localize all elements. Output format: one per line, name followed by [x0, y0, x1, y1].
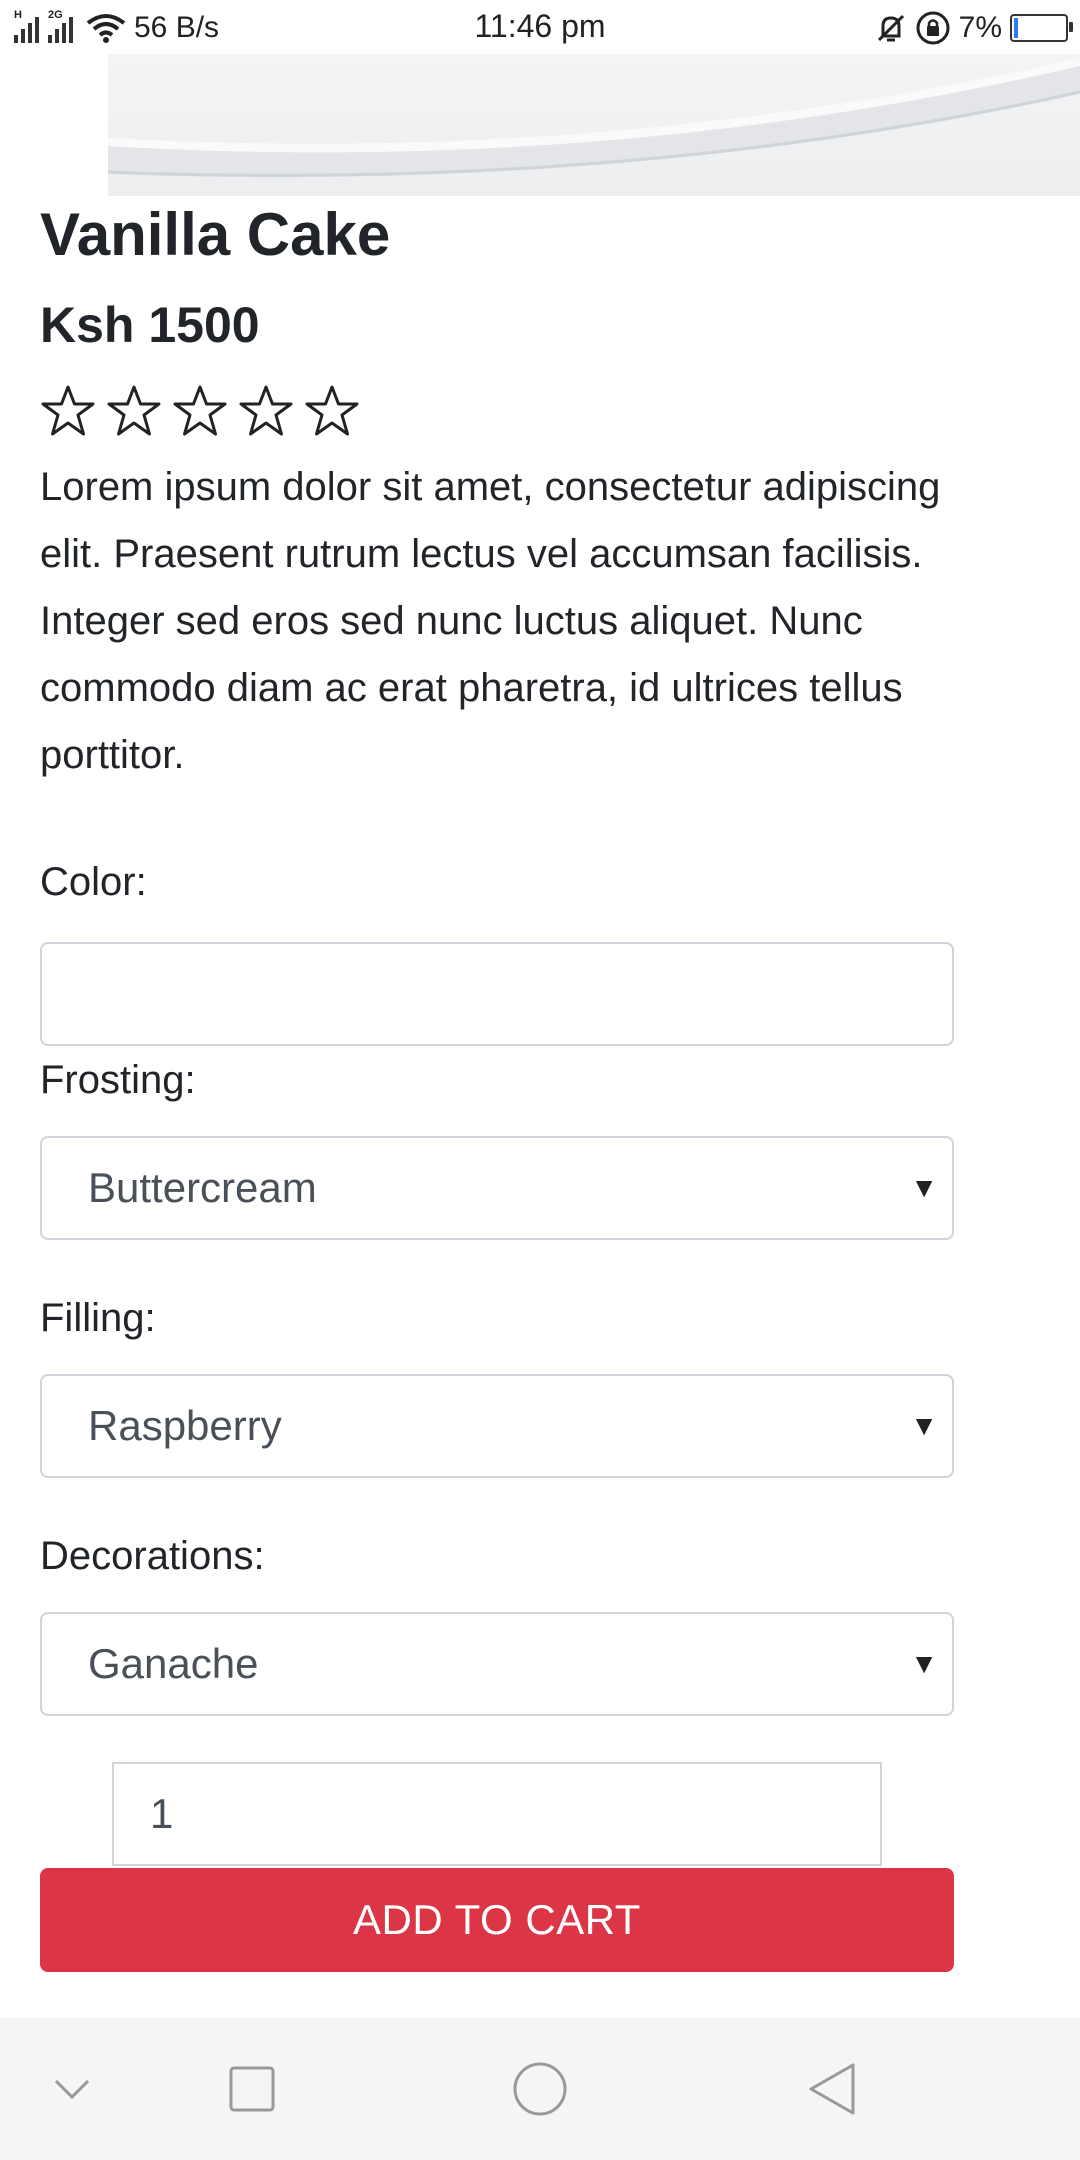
product-price: Ksh 1500	[40, 297, 260, 353]
product-title: Vanilla Cake	[40, 201, 391, 268]
color-label-text: Color:	[40, 860, 147, 904]
decorations-label-text: Decorations:	[40, 1534, 265, 1578]
frosting-select[interactable]: Buttercream ▼	[40, 1136, 954, 1240]
color-label: Color:	[40, 852, 147, 912]
star-icon[interactable]	[304, 384, 360, 440]
recents-square-icon	[229, 2066, 275, 2112]
filling-value: Raspberry	[88, 1402, 282, 1449]
mute-icon	[877, 14, 904, 42]
star-icon[interactable]	[238, 384, 294, 440]
quantity-value: 1	[150, 1790, 174, 1837]
product-description: Lorem ipsum dolor sit amet, consectetur …	[40, 465, 941, 777]
back-triangle-icon	[809, 2063, 855, 2115]
filling-select[interactable]: Raspberry ▼	[40, 1374, 954, 1478]
dropdown-caret-icon: ▼	[910, 1172, 938, 1203]
frosting-label: Frosting:	[40, 1050, 196, 1110]
nav-home-button[interactable]	[508, 2018, 572, 2160]
star-icon[interactable]	[40, 384, 96, 440]
rating-stars[interactable]	[40, 384, 954, 444]
nav-recents-button[interactable]	[220, 2018, 284, 2160]
status-right: 7%	[875, 8, 1073, 48]
frosting-value: Buttercream	[88, 1164, 317, 1211]
battery-percent: 7%	[958, 11, 1002, 44]
filling-label-text: Filling:	[40, 1296, 156, 1340]
chevron-down-icon	[54, 2079, 90, 2100]
decorations-label: Decorations:	[40, 1526, 265, 1586]
nav-back-button[interactable]	[800, 2018, 864, 2160]
rotation-lock-icon	[916, 11, 950, 45]
dropdown-caret-icon: ▼	[910, 1410, 938, 1441]
product-details: Vanilla Cake Ksh 1500 Lorem ipsum dolor …	[40, 196, 954, 789]
decorations-select[interactable]: Ganache ▼	[40, 1612, 954, 1716]
system-nav-bar	[0, 2018, 1080, 2160]
star-icon[interactable]	[172, 384, 228, 440]
product-image	[108, 54, 1080, 196]
cake-board-image	[108, 58, 1080, 178]
color-input[interactable]	[40, 942, 954, 1046]
battery-icon	[1010, 14, 1073, 42]
star-icon[interactable]	[106, 384, 162, 440]
battery-fill	[1014, 18, 1018, 38]
frosting-label-text: Frosting:	[40, 1058, 196, 1102]
filling-label: Filling:	[40, 1288, 156, 1348]
home-circle-icon	[513, 2062, 567, 2116]
nav-collapse-button[interactable]	[40, 2018, 104, 2160]
add-to-cart-button[interactable]: ADD TO CART	[40, 1868, 954, 1972]
quantity-input[interactable]: 1	[112, 1762, 882, 1866]
status-bar: H 2G 56 B/s 11:46 pm 7%	[0, 0, 1080, 54]
dropdown-caret-icon: ▼	[910, 1648, 938, 1679]
decorations-value: Ganache	[88, 1640, 259, 1687]
